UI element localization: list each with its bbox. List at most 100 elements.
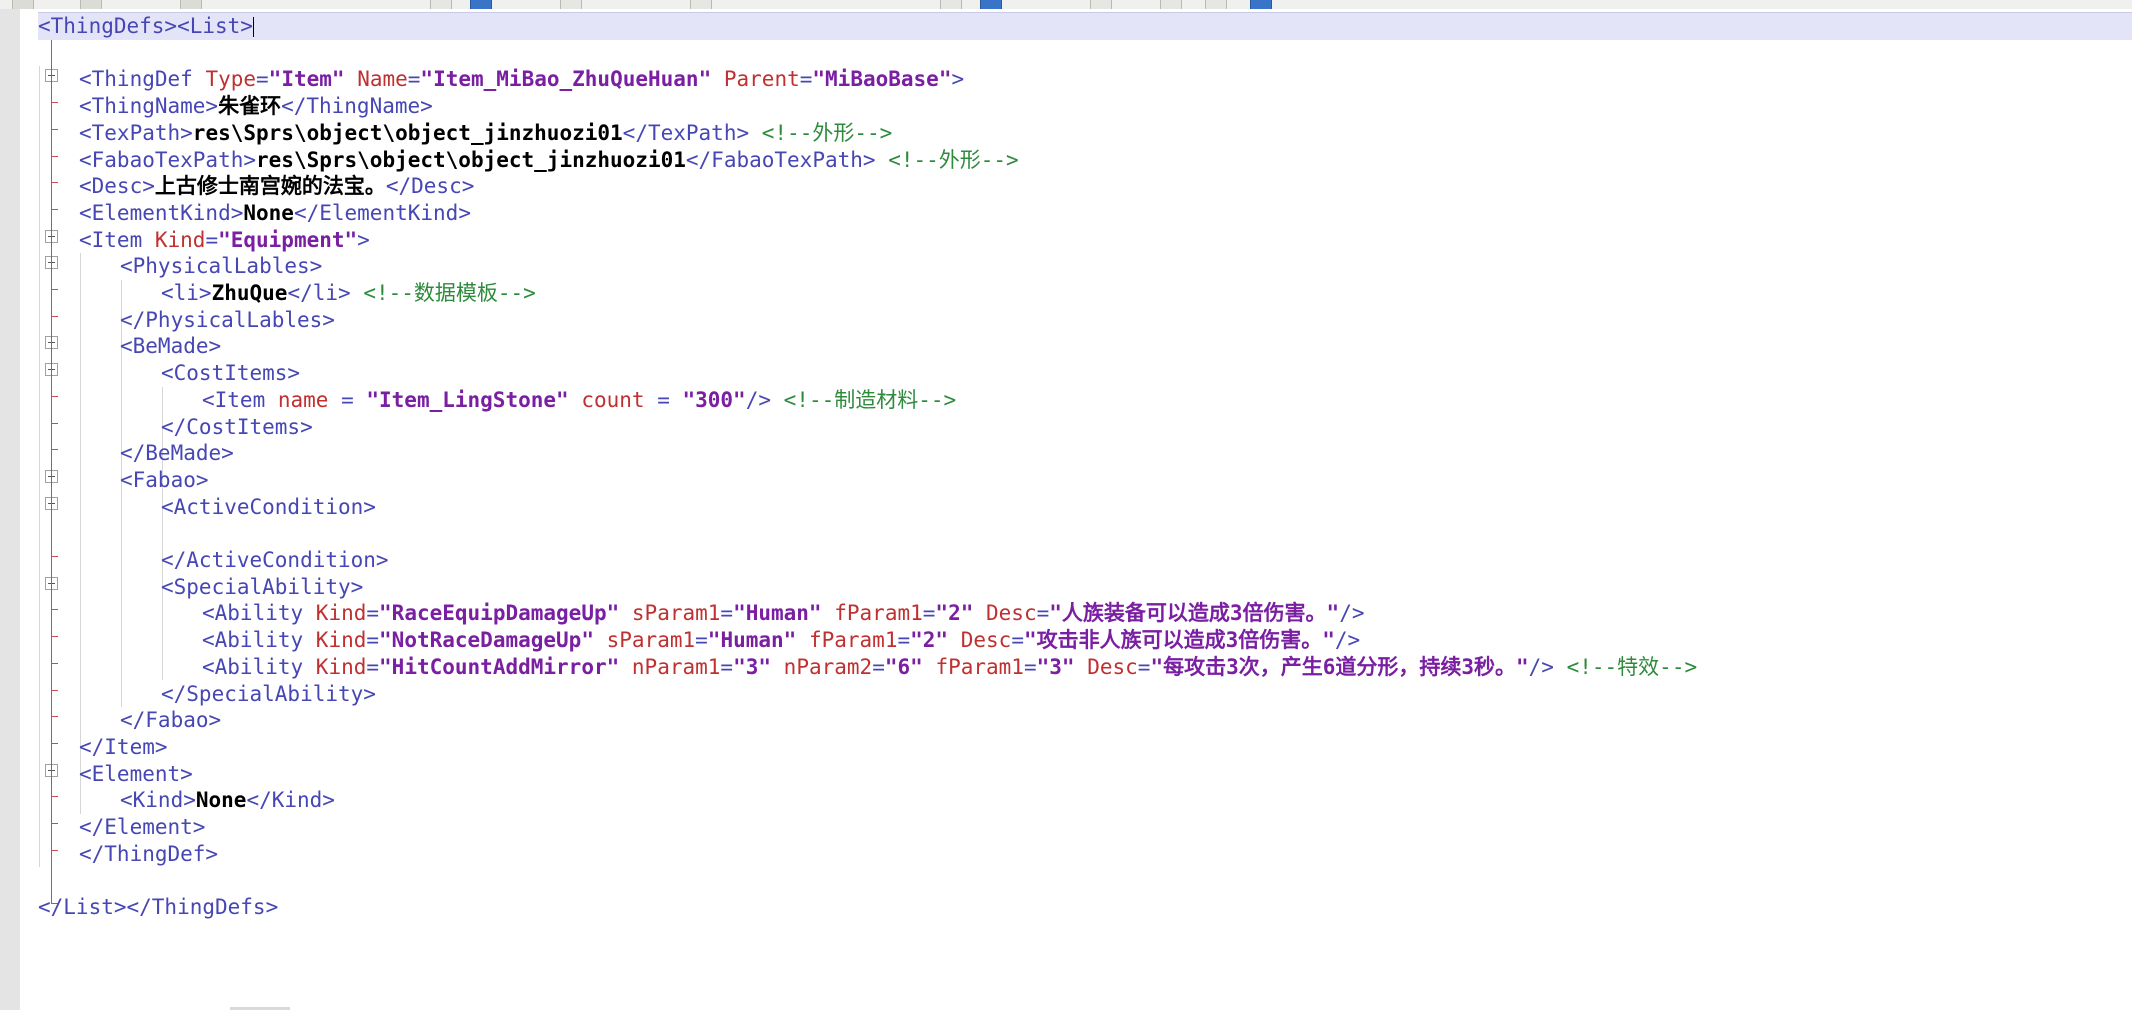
code-line[interactable]: <ThingName>朱雀环</ThingName> [38,93,2132,120]
code-token-cn: 上古修士南宫婉的法宝。 [154,174,386,199]
code-line[interactable]: <ThingDefs><List> [38,12,2132,40]
code-line[interactable]: </SpecialAbility> [38,681,2132,708]
code-token-tag [711,67,724,91]
editor-surface[interactable]: <ThingDefs><List> <ThingDef Type="Item" … [0,9,2132,1010]
code-token-val: "300" [682,387,746,412]
code-token-op: = [720,601,734,626]
code-line[interactable] [38,867,2132,894]
code-line[interactable]: <Ability Kind="RaceEquipDamageUp" sParam… [38,600,2132,627]
code-token-tag: <PhysicalLables> [120,254,323,279]
code-line[interactable]: </ActiveCondition> [38,547,2132,574]
code-line[interactable] [38,520,2132,547]
code-token-val: "Item" [268,67,345,92]
selection-margin[interactable] [0,9,20,1010]
code-token-tag: <ThingDef [79,67,206,92]
code-line[interactable]: <TexPath>res\Sprs\object\object_jinzhuoz… [38,120,2132,147]
code-token-val: "人族装备可以造成3倍伤害。" [1049,601,1340,626]
code-line[interactable]: <Item Kind="Equipment"> [38,227,2132,254]
code-line[interactable]: <Fabao> [38,467,2132,494]
code-token-tag: <ThingName> [79,94,219,119]
code-line[interactable]: </Fabao> [38,707,2132,734]
code-token-val: "Human" [733,601,822,626]
code-token-tag: <Kind> [120,788,196,813]
code-token-op: = [256,67,269,92]
code-token-attr: Kind [315,601,367,626]
code-line[interactable]: </Element> [38,814,2132,841]
code-token-op: = [922,601,936,626]
xml-editor-window: <ThingDefs><List> <ThingDef Type="Item" … [0,0,2132,1010]
code-line[interactable]: <CostItems> [38,360,2132,387]
code-line[interactable]: </BeMade> [38,440,2132,467]
code-line[interactable]: <Ability Kind="HitCountAddMirror" nParam… [38,654,2132,681]
code-token-tag: <Item [79,227,155,252]
code-token-attr: fParam1 [808,628,898,653]
code-line[interactable]: </ThingDef> [38,841,2132,868]
code-token-tag: </List></ThingDefs> [38,895,279,920]
code-line[interactable]: </CostItems> [38,414,2132,441]
code-token-attr: Kind [315,628,367,653]
code-line[interactable]: <Item name = "Item_LingStone" count = "3… [38,387,2132,414]
code-token-val: "攻击非人族可以造成3倍伤害。" [1023,628,1335,653]
code-token-op: = [366,601,380,626]
code-token-val: "HitCountAddMirror" [379,654,620,679]
code-token-tag: <ElementKind> [79,200,244,225]
code-text-area[interactable]: <ThingDefs><List> <ThingDef Type="Item" … [38,9,2132,1010]
code-token-tag: </FabaoTexPath> [685,147,876,172]
code-line[interactable]: <ActiveCondition> [38,494,2132,521]
code-line[interactable]: </PhysicalLables> [38,307,2132,334]
code-line[interactable]: <ThingDef Type="Item" Name="Item_MiBao_Z… [38,66,2132,93]
code-token-tag: <ActiveCondition> [161,494,376,519]
code-token-val: "Human" [707,628,797,653]
code-token-tag: <Ability [202,601,316,626]
code-token-cmt: <!--外形--> [761,120,893,145]
code-token-op: = [1137,654,1151,679]
code-token-tag: </PhysicalLables> [120,307,335,332]
code-line[interactable]: <PhysicalLables> [38,253,2132,280]
code-token-txt: res\Sprs\object\object_jinzhuozi01 [192,120,623,145]
code-line[interactable]: <FabaoTexPath>res\Sprs\object\object_jin… [38,147,2132,174]
code-line[interactable]: <Kind>None</Kind> [38,787,2132,814]
fold-margin[interactable] [20,9,58,1010]
code-line[interactable]: <Desc>上古修士南宫婉的法宝。</Desc> [38,173,2132,200]
code-token-tag: > [357,227,370,252]
code-line[interactable]: <BeMade> [38,333,2132,360]
code-token-op: = [1011,628,1024,653]
code-token-op: = [341,387,367,412]
code-token-val: "NotRaceDamageUp" [379,628,594,653]
code-line[interactable]: <li>ZhuQue</li> <!--数据模板--> [38,280,2132,307]
code-token-attr: count [581,387,658,412]
code-token-tag: <Element> [79,761,193,786]
code-token-cmt: <!--制造材料--> [783,387,957,412]
code-token-tag: </Element> [79,815,206,839]
code-token-val: "Item_LingStone" [366,387,569,412]
code-token-val: "Equipment" [218,227,358,252]
code-token-tag: /> [1528,654,1554,679]
code-line[interactable]: <Element> [38,761,2132,788]
code-line[interactable]: <SpecialAbility> [38,574,2132,601]
code-line[interactable] [38,40,2132,67]
code-line[interactable]: <Ability Kind="NotRaceDamageUp" sParam1=… [38,627,2132,654]
code-line[interactable]: </List></ThingDefs> [38,894,2132,921]
code-token-tag: </SpecialAbility> [161,681,376,706]
code-token-attr: fParam1 [834,601,923,626]
code-token-tag: /> [745,387,771,412]
code-token-op: = [407,67,421,92]
code-token-tag: <CostItems> [161,361,301,386]
code-token-attr: Desc [1087,654,1138,679]
code-token-txt: ZhuQue [211,281,288,305]
code-token-op: = [1036,601,1050,626]
code-token-cmt: <!--特效--> [1566,654,1698,679]
code-line[interactable]: </Item> [38,734,2132,761]
code-token-attr: Parent [723,67,800,92]
code-line[interactable]: <ElementKind>None</ElementKind> [38,200,2132,227]
